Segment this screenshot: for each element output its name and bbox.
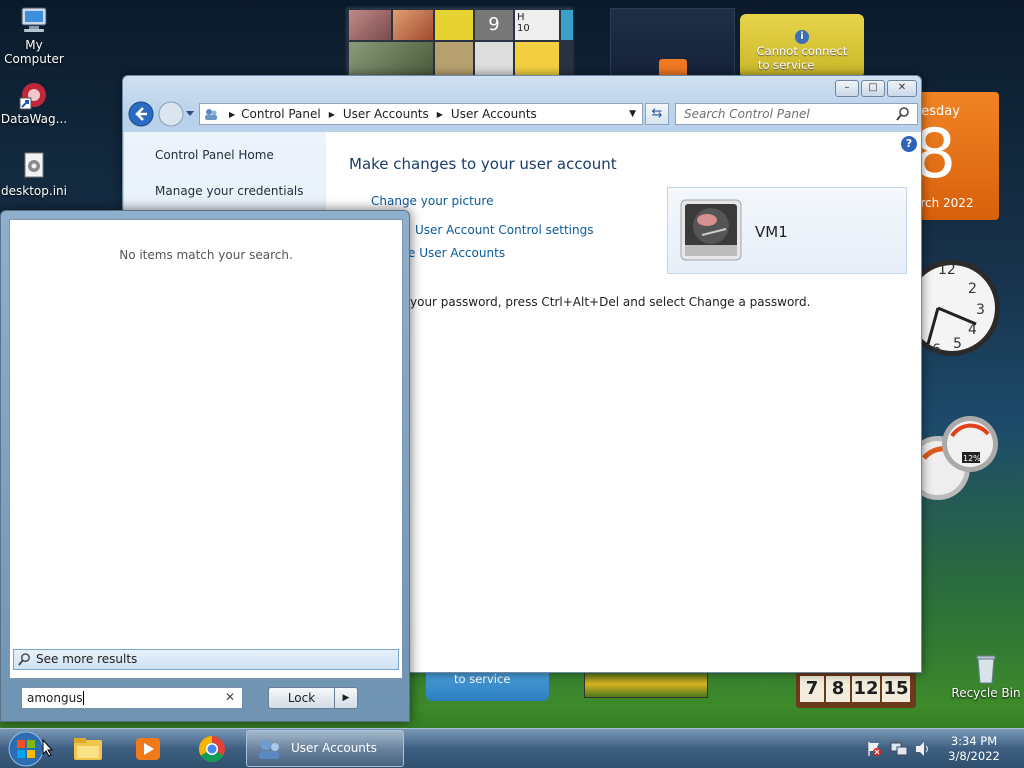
clock[interactable]: 3:34 PM 3/8/2022 xyxy=(944,734,1004,764)
clock-date: 3/8/2022 xyxy=(948,749,1000,763)
info-icon: i xyxy=(795,30,809,44)
control-panel-icon xyxy=(205,109,217,120)
network-icon[interactable] xyxy=(890,741,908,757)
lower-gadget-photo xyxy=(584,670,708,698)
taskbar: User Accounts 3:34 PM 3/8/2022 xyxy=(0,728,1024,768)
change-picture-link[interactable]: Change your picture xyxy=(371,194,493,208)
search-icon[interactable] xyxy=(896,107,910,121)
slideshow-number: 9 xyxy=(475,10,513,40)
lock-button[interactable]: Lock xyxy=(268,687,335,709)
forward-button[interactable] xyxy=(157,100,185,128)
volume-icon[interactable] xyxy=(914,741,932,757)
shutdown-options-button[interactable]: ▶ xyxy=(334,687,358,709)
main-content: ? Make changes to your user account Chan… xyxy=(326,132,921,672)
minimize-button[interactable]: – xyxy=(835,80,859,97)
desktop-icon-label: DataWag... xyxy=(0,112,68,126)
puzzle-tile: 7 xyxy=(800,676,824,702)
desktop-icon-label: desktop.ini xyxy=(1,184,67,198)
recent-pages-chevron-icon[interactable] xyxy=(185,110,195,118)
clock-number: 2 xyxy=(968,281,977,297)
calendar-month: arch 2022 xyxy=(913,196,974,210)
back-button[interactable] xyxy=(127,100,155,128)
cpu-percent: 12% xyxy=(963,454,981,463)
cpu-meter-gadget[interactable]: 12% xyxy=(918,410,1002,502)
desktop-icon-label: Recycle Bin xyxy=(951,686,1021,700)
user-accounts-icon xyxy=(259,740,279,759)
puzzle-tile: 15 xyxy=(882,676,910,702)
breadcrumb-separator-icon: ▶ xyxy=(229,109,236,119)
feed-gadget[interactable] xyxy=(610,8,735,79)
see-more-results-link[interactable]: See more results xyxy=(13,649,399,670)
clock-number: 3 xyxy=(976,302,985,318)
search-icon xyxy=(18,653,30,666)
nav-control-panel-home[interactable]: Control Panel Home xyxy=(155,148,274,162)
shortcut-icon xyxy=(19,83,46,110)
password-note: your password, press Ctrl+Alt+Del and se… xyxy=(410,295,811,309)
desktop-icon-recycle-bin[interactable]: Recycle Bin xyxy=(950,654,1022,700)
chrome-icon[interactable] xyxy=(190,733,234,765)
puzzle-tile: 8 xyxy=(826,676,850,702)
clock-number: 6 xyxy=(932,342,941,358)
media-player-icon[interactable] xyxy=(126,733,170,765)
uac-settings-link[interactable]: User Account Control settings xyxy=(415,223,593,237)
slideshow-tile: H 10 xyxy=(515,10,559,40)
help-icon[interactable]: ? xyxy=(901,136,917,152)
computer-icon xyxy=(21,7,47,32)
close-button[interactable]: ✕ xyxy=(887,80,917,97)
maximize-button[interactable]: □ xyxy=(861,80,885,97)
weather-status-line2: to service xyxy=(758,58,815,72)
desktop-icon-label: My Computer xyxy=(4,38,64,66)
puzzle-gadget[interactable]: 7 8 12 15 xyxy=(796,672,916,708)
start-menu[interactable]: No items match your search. See more res… xyxy=(0,210,410,722)
manage-user-accounts-link[interactable]: e User Accounts xyxy=(408,246,505,260)
file-explorer-icon[interactable] xyxy=(66,733,110,765)
weather-gadget[interactable]: i Cannot connect to service xyxy=(740,14,864,78)
start-search-input[interactable]: amongus xyxy=(21,687,243,709)
breadcrumb-user-accounts-current[interactable]: User Accounts xyxy=(451,107,537,121)
refresh-button[interactable]: ⇆ xyxy=(645,103,669,125)
breadcrumb-control-panel[interactable]: Control Panel xyxy=(241,107,321,121)
desktop-icon-my-computer[interactable]: My Computer xyxy=(0,6,70,66)
nav-manage-credentials[interactable]: Manage your credentials xyxy=(155,184,304,198)
breadcrumb-user-accounts[interactable]: User Accounts xyxy=(343,107,429,121)
taskbar-user-accounts-button[interactable]: User Accounts xyxy=(246,730,404,767)
connect-status: to service xyxy=(454,672,511,686)
start-button-icon[interactable] xyxy=(6,730,46,768)
slideshow-gadget[interactable]: 9 H 10 xyxy=(345,6,575,78)
no-results-message: No items match your search. xyxy=(119,248,293,262)
puzzle-tile: 12 xyxy=(852,676,880,702)
user-picture-icon xyxy=(680,199,742,261)
desktop-icon-datawag[interactable]: DataWag... xyxy=(0,80,70,126)
desktop-icon-desktop-ini[interactable]: desktop.ini xyxy=(0,152,70,198)
search-results-pane: No items match your search. xyxy=(9,219,403,679)
settings-file-icon xyxy=(24,152,44,178)
action-center-flag-icon[interactable] xyxy=(866,741,882,757)
address-bar[interactable]: ▶ Control Panel ▶ User Accounts ▶ User A… xyxy=(199,103,643,125)
lower-gadget-blue: to service xyxy=(426,670,549,701)
breadcrumb-separator-icon: ▶ xyxy=(436,109,443,119)
clock-number: 5 xyxy=(953,336,962,352)
clock-time: 3:34 PM xyxy=(950,734,998,748)
user-name: VM1 xyxy=(755,223,788,241)
recycle-bin-icon xyxy=(976,655,996,684)
breadcrumb-separator-icon: ▶ xyxy=(328,109,335,119)
page-title: Make changes to your user account xyxy=(349,155,617,173)
search-input[interactable]: Search Control Panel xyxy=(675,103,918,125)
weather-status-line1: Cannot connect xyxy=(756,44,848,58)
mouse-cursor-icon xyxy=(42,739,54,757)
clear-search-icon[interactable]: ✕ xyxy=(225,690,235,704)
address-dropdown-icon[interactable]: ▼ xyxy=(629,109,636,119)
user-tile: VM1 xyxy=(667,187,907,274)
clock-number: 12 xyxy=(938,262,956,278)
